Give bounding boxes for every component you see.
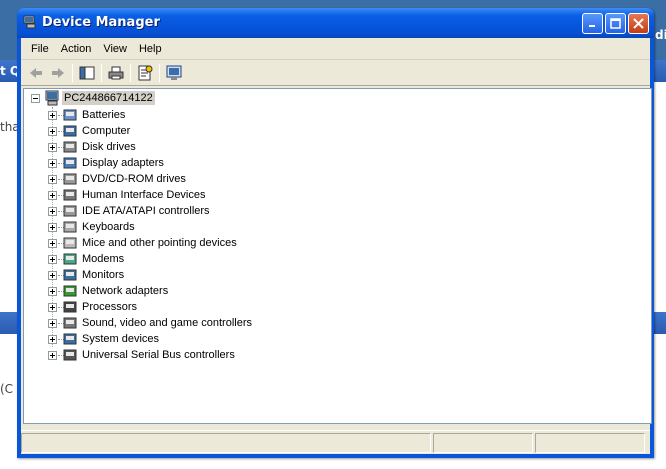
- minimize-button[interactable]: [582, 13, 603, 34]
- system-device-icon: [63, 333, 77, 345]
- properties-button[interactable]: [134, 62, 156, 84]
- close-icon: [633, 18, 644, 29]
- tree-item-label[interactable]: Monitors: [80, 268, 126, 282]
- expand-toggle[interactable]: [48, 207, 57, 216]
- maximize-button[interactable]: [605, 13, 626, 34]
- status-pane-3: [535, 433, 645, 453]
- monitor-icon: [63, 269, 77, 281]
- printer-icon: [108, 66, 124, 79]
- expand-toggle[interactable]: [48, 223, 57, 232]
- expand-toggle[interactable]: [48, 271, 57, 280]
- expand-toggle[interactable]: [48, 287, 57, 296]
- disk-drive-icon: [63, 141, 77, 153]
- console-tree-icon: [79, 66, 95, 79]
- device-manager-icon: [23, 15, 36, 29]
- computer-root-icon: [45, 90, 59, 106]
- toolbar-separator: [159, 63, 160, 82]
- background-text: di: [655, 28, 666, 42]
- tree-item-label[interactable]: Network adapters: [80, 284, 170, 298]
- expand-toggle[interactable]: [48, 175, 57, 184]
- show-hide-console-tree-button[interactable]: [76, 62, 98, 84]
- cdrom-icon: [63, 173, 77, 185]
- background-text: di: [655, 290, 666, 304]
- scan-hardware-icon: [166, 65, 182, 80]
- expand-toggle[interactable]: [48, 255, 57, 264]
- expand-toggle[interactable]: [48, 111, 57, 120]
- hid-icon: [63, 189, 77, 201]
- tree-item-label[interactable]: DVD/CD-ROM drives: [80, 172, 188, 186]
- minimize-icon: [589, 25, 595, 27]
- window-body: File Action View Help PC244866714122 Bat…: [21, 38, 652, 454]
- forward-arrow-icon: [52, 67, 64, 78]
- display-adapter-icon: [63, 157, 77, 169]
- expand-toggle[interactable]: [48, 127, 57, 136]
- menu-bar: File Action View Help: [21, 38, 650, 60]
- network-adapter-icon: [63, 285, 77, 297]
- forward-button[interactable]: [47, 62, 69, 84]
- tree-item-label[interactable]: Keyboards: [80, 220, 137, 234]
- expand-toggle[interactable]: [48, 303, 57, 312]
- device-tree[interactable]: PC244866714122 Batteries Computer Disk dri…: [23, 88, 652, 424]
- close-button[interactable]: [628, 13, 649, 34]
- tree-item-label[interactable]: Universal Serial Bus controllers: [80, 348, 237, 362]
- computer-icon: [63, 125, 77, 137]
- processor-icon: [63, 301, 77, 313]
- menu-view[interactable]: View: [97, 41, 133, 57]
- tree-item-label[interactable]: Batteries: [80, 108, 127, 122]
- tree-item-label[interactable]: Disk drives: [80, 140, 138, 154]
- tree-item-label[interactable]: System devices: [80, 332, 161, 346]
- menu-help[interactable]: Help: [133, 41, 168, 57]
- back-arrow-icon: [30, 67, 42, 78]
- tree-item-label[interactable]: Computer: [80, 124, 132, 138]
- root-collapse-toggle[interactable]: [31, 94, 40, 103]
- toolbar-separator: [72, 63, 73, 82]
- status-pane-2: [433, 433, 533, 453]
- usb-icon: [63, 349, 77, 361]
- toolbar-separator: [101, 63, 102, 82]
- tree-item-label[interactable]: Processors: [80, 300, 139, 314]
- tree-item-label[interactable]: Modems: [80, 252, 126, 266]
- expand-toggle[interactable]: [48, 239, 57, 248]
- scan-hardware-button[interactable]: [163, 62, 185, 84]
- status-pane-1: [21, 433, 431, 453]
- menu-action[interactable]: Action: [55, 41, 98, 57]
- properties-icon: [138, 65, 153, 80]
- device-manager-window: Device Manager File Action View Help PC2…: [17, 8, 654, 458]
- expand-toggle[interactable]: [48, 143, 57, 152]
- expand-toggle[interactable]: [48, 191, 57, 200]
- tree-item-label[interactable]: Sound, video and game controllers: [80, 316, 254, 330]
- back-button[interactable]: [25, 62, 47, 84]
- mouse-icon: [63, 237, 77, 249]
- toolbar: [21, 60, 650, 86]
- window-title: Device Manager: [42, 15, 160, 30]
- expand-toggle[interactable]: [48, 159, 57, 168]
- expand-toggle[interactable]: [48, 319, 57, 328]
- tree-item-label[interactable]: Mice and other pointing devices: [80, 236, 239, 250]
- title-bar[interactable]: Device Manager: [17, 8, 654, 38]
- ide-controller-icon: [63, 205, 77, 217]
- status-bar: [21, 430, 650, 454]
- modem-icon: [63, 253, 77, 265]
- tree-item-label[interactable]: Human Interface Devices: [80, 188, 208, 202]
- toolbar-separator: [130, 63, 131, 82]
- keyboard-icon: [63, 221, 77, 233]
- battery-icon: [63, 109, 77, 121]
- background-text: (C: [0, 382, 14, 396]
- menu-file[interactable]: File: [25, 41, 55, 57]
- tree-root-computer[interactable]: PC244866714122: [62, 91, 155, 105]
- tree-item-label[interactable]: IDE ATA/ATAPI controllers: [80, 204, 212, 218]
- sound-icon: [63, 317, 77, 329]
- expand-toggle[interactable]: [48, 335, 57, 344]
- print-button[interactable]: [105, 62, 127, 84]
- maximize-icon: [610, 18, 621, 29]
- tree-item-label[interactable]: Display adapters: [80, 156, 166, 170]
- expand-toggle[interactable]: [48, 351, 57, 360]
